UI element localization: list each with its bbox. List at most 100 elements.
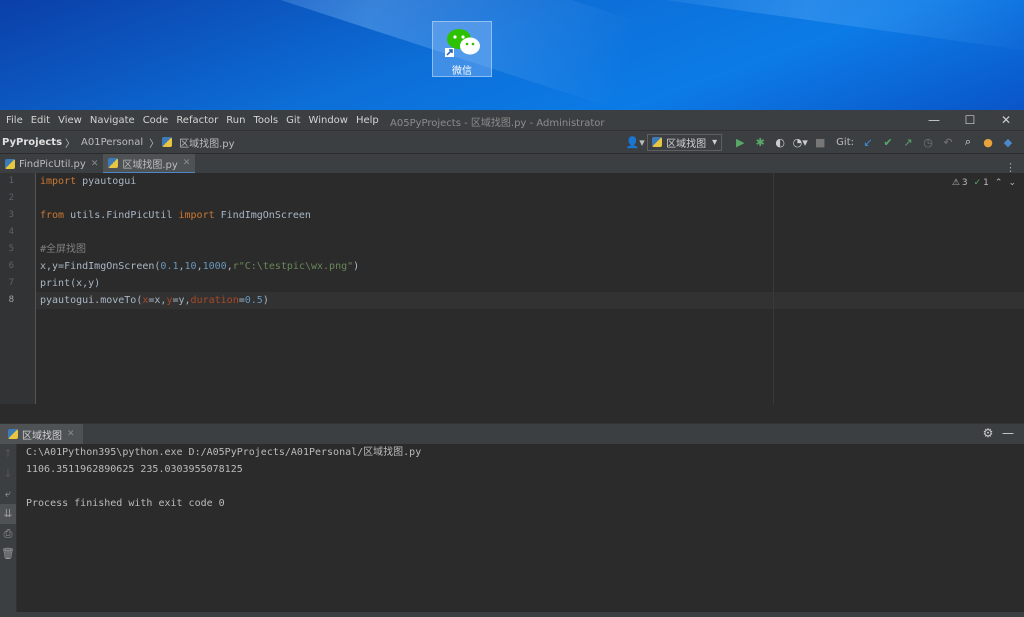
tab-findpicutil[interactable]: FindPicUtil.py ✕ <box>0 154 103 174</box>
tab-label: 区域找图.py <box>122 159 178 171</box>
desktop: 微信 <box>0 0 1024 110</box>
menu-window[interactable]: Window <box>309 115 348 126</box>
code-line: import pyautogui <box>40 176 137 187</box>
close-run-tab-icon[interactable]: ✕ <box>67 429 75 439</box>
search-icon[interactable]: ⌕ <box>958 133 978 151</box>
code-line: pyautogui.moveTo(x=x,y=y,duration=0.5) <box>40 295 269 306</box>
line-number: 6 <box>8 261 14 271</box>
menu-refactor[interactable]: Refactor <box>176 115 218 126</box>
menu-file[interactable]: File <box>6 115 23 126</box>
breadcrumb-separator: 〉 <box>149 138 160 150</box>
toolbar: 👤▾ 区域找图 ▾ ▶ ✱ ◐ ◔▾ ■ Git: ↙ ✔ ↗ ◷ ↶ ⌕ ● … <box>623 133 1018 151</box>
breadcrumb: PyProjects 〉 A01Personal 〉 区域找图.py <box>0 135 238 150</box>
window-title: A05PyProjects - 区域找图.py - Administrator <box>390 118 605 129</box>
wallpaper-light-beam <box>118 0 642 109</box>
line-number: 2 <box>8 193 14 203</box>
menu-bar: File Edit View Navigate Code Refactor Ru… <box>0 115 387 126</box>
gear-icon[interactable]: ⚙ <box>978 426 998 440</box>
breadcrumb-project[interactable]: PyProjects <box>2 137 62 148</box>
close-button[interactable]: ✕ <box>988 110 1024 130</box>
menu-help[interactable]: Help <box>356 115 379 126</box>
chevron-down-icon[interactable]: ⌄ <box>1008 178 1016 188</box>
warning-count: 3 <box>961 178 968 188</box>
navigation-bar: PyProjects 〉 A01Personal 〉 区域找图.py 👤▾ 区域… <box>0 130 1024 154</box>
code-line: x,y=FindImgOnScreen(0.1,10,1000,r"C:\tes… <box>40 261 360 272</box>
close-tab-icon[interactable]: ✕ <box>91 159 99 169</box>
python-file-icon <box>108 158 119 168</box>
history-icon[interactable]: ◷ <box>918 133 938 151</box>
chevron-down-icon: ▾ <box>712 136 718 148</box>
git-push-icon[interactable]: ↗ <box>898 133 918 151</box>
print-icon[interactable]: ⎙ <box>0 524 16 544</box>
tab-label: FindPicUtil.py <box>19 158 86 170</box>
run-configuration-select[interactable]: 区域找图 ▾ <box>647 133 723 151</box>
hide-panel-icon[interactable]: — <box>998 426 1018 440</box>
run-tab-label: 区域找图 <box>22 430 62 442</box>
console-line: 1106.3511962890625 235.0303955078125 <box>26 464 243 475</box>
scroll-to-end-icon[interactable]: ⇊ <box>0 504 16 524</box>
python-config-icon <box>8 429 18 439</box>
window-controls: — ☐ ✕ <box>916 110 1024 130</box>
arrow-down-icon[interactable]: ↓ <box>0 464 16 484</box>
updates-icon[interactable]: ● <box>978 133 998 151</box>
console-line: Process finished with exit code 0 <box>26 498 225 509</box>
jetbrains-icon[interactable]: ◆ <box>998 133 1018 151</box>
soft-wrap-icon[interactable]: ⤶ <box>0 484 16 504</box>
run-tab[interactable]: 区域找图 ✕ <box>0 424 83 444</box>
menu-run[interactable]: Run <box>226 115 245 126</box>
menu-tools[interactable]: Tools <box>253 115 278 126</box>
chevron-up-icon[interactable]: ⌃ <box>995 178 1003 188</box>
breadcrumb-folder[interactable]: A01Personal <box>81 137 143 148</box>
tab-region-find[interactable]: 区域找图.py ✕ <box>103 154 196 174</box>
rollback-icon[interactable]: ↶ <box>938 133 958 151</box>
code-line: print(x,y) <box>40 278 101 289</box>
check-count: 1 <box>983 178 989 188</box>
code-editor[interactable]: 1 2 3 4 5 6 7 8 import pyautogui from ut… <box>0 173 1024 404</box>
line-number: 5 <box>8 244 14 254</box>
run-console[interactable]: ↑ ↓ ⤶ ⇊ ⎙ 🗑 C:\A01Python395\python.exe D… <box>0 444 1024 617</box>
wechat-icon <box>445 29 480 57</box>
git-commit-icon[interactable]: ✔ <box>878 133 898 151</box>
menu-view[interactable]: View <box>58 115 82 126</box>
warning-icon: ⚠ <box>951 178 960 188</box>
menu-code[interactable]: Code <box>143 115 169 126</box>
line-number: 4 <box>8 227 14 237</box>
coverage-icon[interactable]: ◐ <box>770 133 790 151</box>
python-config-icon <box>652 137 663 147</box>
breadcrumb-separator: 〉 <box>65 138 76 150</box>
stop-icon[interactable]: ■ <box>810 133 830 151</box>
run-window-tools: ⚙ — <box>978 426 1018 440</box>
line-number: 1 <box>8 176 14 186</box>
menu-navigate[interactable]: Navigate <box>90 115 135 126</box>
desktop-shortcut-wechat[interactable]: 微信 <box>432 21 492 77</box>
line-number: 8 <box>8 295 14 305</box>
python-file-icon <box>5 159 15 169</box>
line-number: 7 <box>8 278 14 288</box>
trash-icon[interactable]: 🗑 <box>0 544 16 564</box>
right-margin-guide <box>773 173 774 404</box>
check-icon: ✓ <box>973 178 982 188</box>
status-bar <box>0 612 1024 617</box>
arrow-up-icon[interactable]: ↑ <box>0 444 16 464</box>
pycharm-window: File Edit View Navigate Code Refactor Ru… <box>0 110 1024 617</box>
menu-edit[interactable]: Edit <box>31 115 50 126</box>
inspection-widget[interactable]: ⚠ 3 ✓ 1 ⌃ ⌄ <box>946 178 1016 188</box>
run-configuration-label: 区域找图 <box>666 138 707 150</box>
console-line: C:\A01Python395\python.exe D:/A05PyProje… <box>26 447 422 458</box>
user-icon[interactable]: 👤▾ <box>623 133 647 151</box>
menu-git[interactable]: Git <box>286 115 300 126</box>
maximize-button[interactable]: ☐ <box>952 110 988 130</box>
console-output: C:\A01Python395\python.exe D:/A05PyProje… <box>26 444 421 512</box>
profile-icon[interactable]: ◔▾ <box>790 133 810 151</box>
git-update-icon[interactable]: ↙ <box>858 133 878 151</box>
python-file-icon <box>162 137 173 147</box>
line-number: 3 <box>8 210 14 220</box>
line-gutter: 1 2 3 4 5 6 7 8 <box>0 173 36 404</box>
breadcrumb-file[interactable]: 区域找图.py <box>179 135 234 150</box>
close-tab-icon[interactable]: ✕ <box>183 158 191 168</box>
run-icon[interactable]: ▶ <box>730 133 750 151</box>
editor-tabs: FindPicUtil.py ✕ 区域找图.py ✕ ⋮ <box>0 154 1024 175</box>
minimize-button[interactable]: — <box>916 110 952 130</box>
debug-icon[interactable]: ✱ <box>750 133 770 151</box>
